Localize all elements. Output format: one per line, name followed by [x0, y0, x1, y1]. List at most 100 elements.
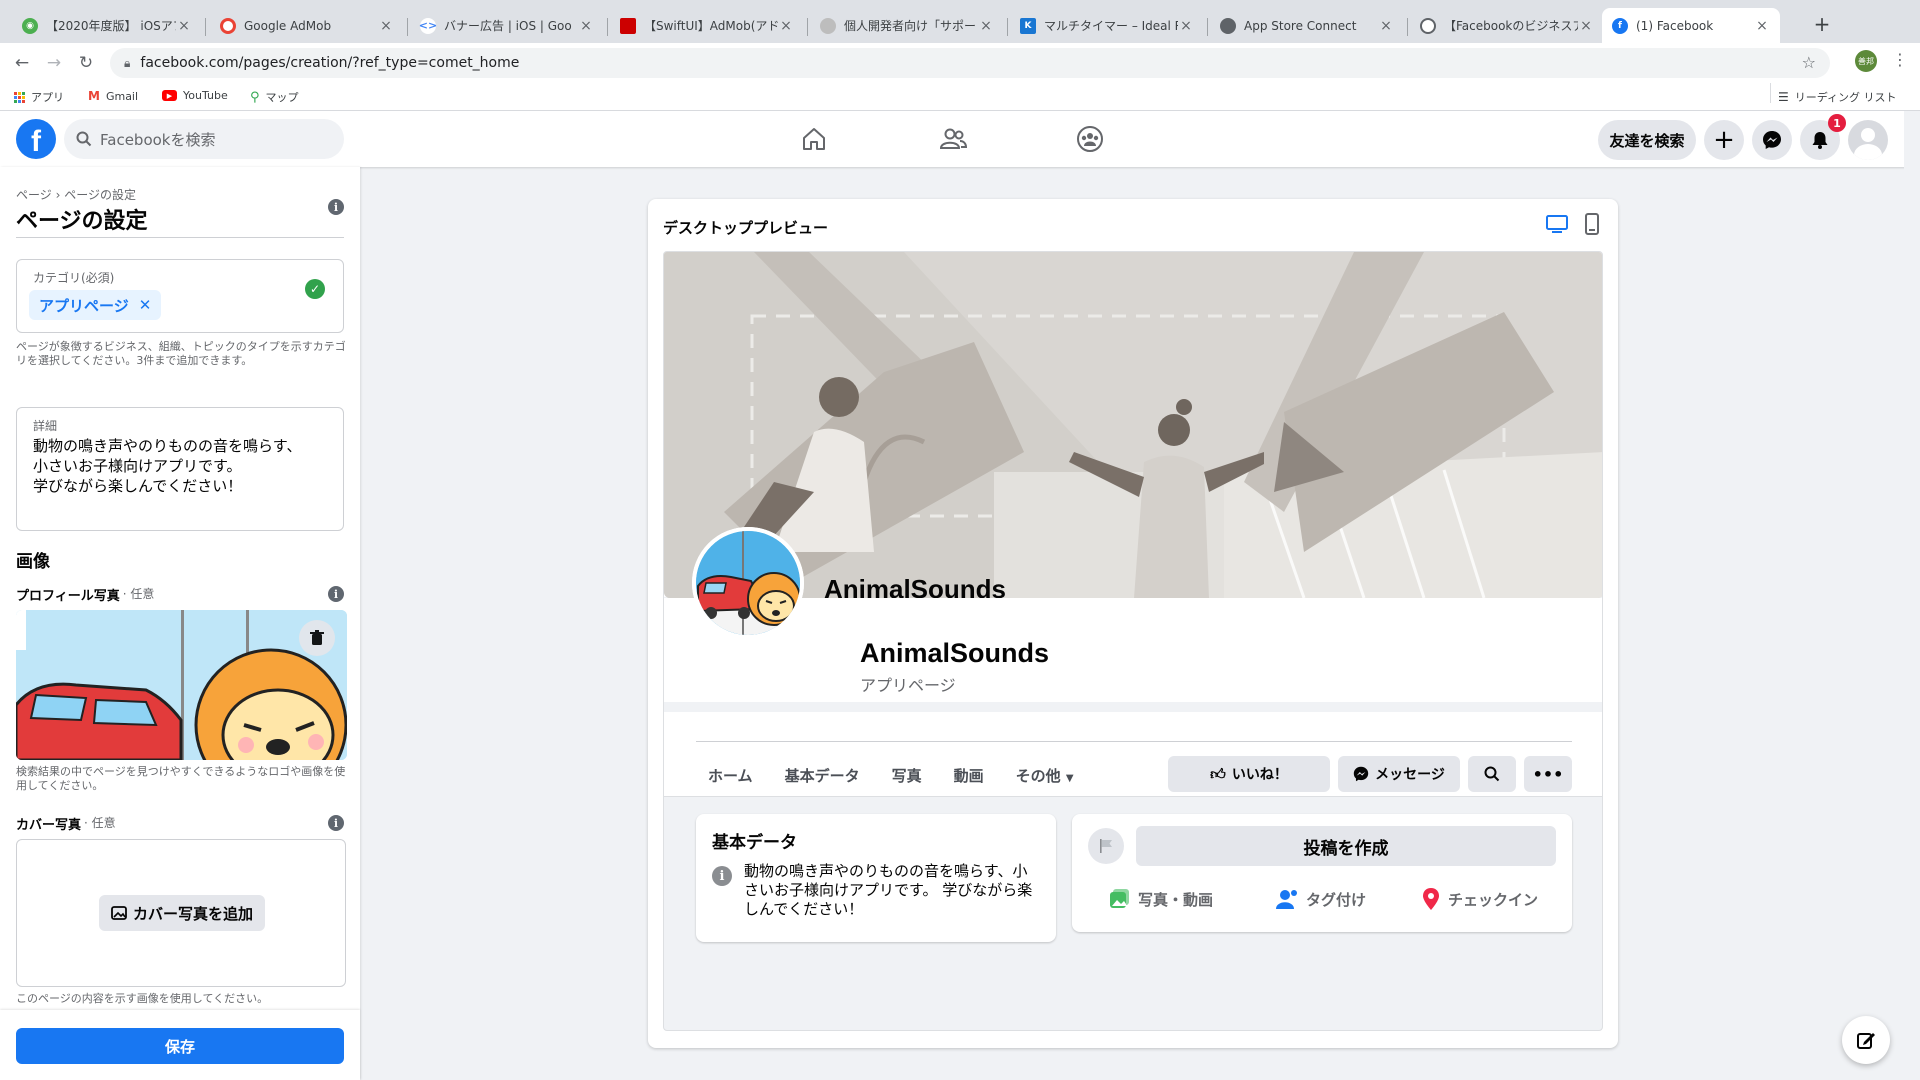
browser-menu-icon[interactable]: ⋮ [1892, 50, 1908, 69]
browser-tab[interactable]: App Store Connect × [1210, 8, 1404, 43]
bookmark-apps[interactable]: アプリ [14, 89, 64, 105]
message-button[interactable]: メッセージ [1338, 756, 1460, 792]
category-help-text: ページが象徴するビジネス、組織、トピックのタイプを示すカテゴリを選択してください… [16, 340, 346, 367]
info-icon[interactable]: i [328, 199, 344, 215]
add-cover-photo-button[interactable]: カバー写真を追加 [99, 895, 265, 931]
tab-favicon-icon: <> [418, 17, 438, 34]
forward-icon[interactable]: → [40, 49, 68, 77]
bookmark-maps[interactable]: ⚲ マップ [250, 89, 299, 105]
info-icon: i [712, 866, 732, 886]
close-tab-icon[interactable]: × [378, 18, 394, 34]
browser-tab-active[interactable]: f (1) Facebook × [1602, 8, 1780, 43]
tab-about[interactable]: 基本データ [785, 765, 860, 786]
find-friends-button[interactable]: 友達を検索 [1598, 120, 1696, 160]
image-icon [111, 906, 127, 920]
page-settings-panel: ページ › ページの設定 ページの設定 i カテゴリ(必須) アプリページ ✕ … [0, 167, 360, 1080]
profile-photo-label-row: プロフィール写真 · 任意 [16, 587, 155, 604]
photo-video-action[interactable]: 写真・動画 [1108, 888, 1213, 910]
caret-down-icon: ▼ [1065, 773, 1074, 784]
search-icon [76, 131, 92, 147]
page-tab-nav: ホーム 基本データ 写真 動画 その他 ▼ [708, 765, 1074, 786]
profile-help-text: 検索結果の中でページを見つけやすくできるようなロゴや画像を使用してください。 [16, 765, 346, 792]
tab-more[interactable]: その他 ▼ [1016, 765, 1074, 786]
cover-photo-dropzone[interactable]: カバー写真を追加 [16, 839, 346, 987]
more-options-button[interactable]: ••• [1524, 756, 1572, 792]
page-profile-picture [692, 527, 804, 639]
page-category: アプリページ [860, 676, 956, 695]
close-tab-icon[interactable]: × [1178, 18, 1194, 34]
tab-favicon-icon: ◉ [22, 17, 38, 34]
new-message-compose-button[interactable] [1842, 1016, 1890, 1064]
check-in-action[interactable]: チェックイン [1422, 888, 1538, 910]
close-tab-icon[interactable]: × [176, 18, 192, 34]
browser-tab[interactable]: K マルチタイマー – Ideal Re × [1010, 8, 1204, 43]
images-heading: 画像 [16, 552, 50, 572]
details-textarea[interactable]: 詳細 動物の鳴き声やのりものの音を鳴らす、 小さいお子様向けアプリです。 学びな… [16, 407, 344, 531]
mobile-view-icon[interactable] [1584, 213, 1602, 235]
browser-tab-strip: ◉ 【2020年度版】 iOSアプリ × Google AdMob × <> バ… [0, 0, 1920, 43]
account-avatar[interactable] [1848, 120, 1888, 160]
back-icon[interactable]: ← [8, 49, 36, 77]
bookmark-youtube[interactable]: ▶ YouTube [162, 89, 228, 102]
bookmark-star-icon[interactable]: ☆ [1802, 53, 1816, 72]
messenger-icon[interactable] [1752, 120, 1792, 160]
browser-tab[interactable]: ◉ 【2020年度版】 iOSアプリ × [12, 8, 202, 43]
create-plus-icon[interactable]: + [1704, 120, 1744, 160]
cover-photo-label-row: カバー写真 · 任意 [16, 816, 116, 833]
browser-tab[interactable]: 【SwiftUI】AdMob(アド × [610, 8, 804, 43]
remove-chip-icon[interactable]: ✕ [139, 296, 152, 314]
tab-videos[interactable]: 動画 [954, 765, 984, 786]
browser-tab[interactable]: Google AdMob × [210, 8, 404, 43]
close-tab-icon[interactable]: × [978, 18, 994, 34]
tab-favicon-icon [620, 17, 636, 34]
close-tab-icon[interactable]: × [778, 18, 794, 34]
facebook-logo-icon[interactable]: f [16, 119, 56, 159]
close-tab-icon[interactable]: × [1378, 18, 1394, 34]
tab-photos[interactable]: 写真 [892, 765, 922, 786]
close-tab-icon[interactable]: × [578, 18, 594, 34]
details-label: 詳細 [33, 419, 58, 433]
delete-photo-icon[interactable] [299, 620, 335, 656]
profile-avatar[interactable]: 善邦 [1855, 50, 1877, 72]
create-post-card: 投稿を作成 写真・動画 タグ付け チェックイン [1072, 814, 1572, 932]
friends-icon[interactable] [939, 125, 968, 157]
compose-icon [1857, 1033, 1875, 1049]
info-icon[interactable]: i [328, 586, 344, 602]
reading-list-icon: ☰ [1778, 90, 1789, 104]
tab-favicon-icon [220, 17, 236, 34]
apps-grid-icon [14, 91, 25, 103]
tab-home[interactable]: ホーム [708, 765, 753, 786]
save-button[interactable]: 保存 [16, 1028, 344, 1064]
category-label: カテゴリ(必須) [33, 271, 115, 285]
create-post-button[interactable]: 投稿を作成 [1136, 826, 1556, 866]
page-scrollbar[interactable] [1904, 111, 1920, 1080]
desktop-view-icon[interactable] [1546, 214, 1570, 234]
reading-list[interactable]: ☰ リーディング リスト [1778, 89, 1897, 105]
maps-pin-icon: ⚲ [250, 89, 260, 105]
category-chip[interactable]: アプリページ ✕ [29, 290, 162, 320]
tag-people-action[interactable]: タグ付け [1276, 888, 1366, 910]
home-icon[interactable] [800, 125, 828, 157]
close-tab-icon[interactable]: × [1578, 18, 1594, 34]
search-icon [1484, 766, 1500, 782]
page-name: AnimalSounds [860, 638, 1050, 668]
address-bar[interactable]: 🔒︎ facebook.com/pages/creation/?ref_type… [110, 48, 1830, 78]
page-search-button[interactable] [1468, 756, 1516, 792]
like-button[interactable]: 👍︎ いいね！ [1168, 756, 1330, 792]
breadcrumb: ページ › ページの設定 [16, 188, 136, 202]
page-flag-icon [1088, 828, 1124, 864]
reload-icon[interactable]: ↻ [72, 49, 100, 77]
facebook-search-input[interactable]: Facebookを検索 [64, 119, 344, 159]
globe-icon [1420, 17, 1436, 34]
page-title: ページの設定 [16, 209, 148, 234]
info-icon[interactable]: i [328, 815, 344, 831]
close-tab-icon[interactable]: × [1754, 18, 1770, 34]
browser-tab[interactable]: 【Facebookのビジネスア × [1410, 8, 1604, 43]
groups-icon[interactable] [1076, 125, 1104, 157]
new-tab-icon[interactable]: + [1810, 12, 1834, 36]
bookmark-gmail[interactable]: M Gmail [88, 89, 138, 103]
browser-tab[interactable]: 個人開発者向け「サポート × [810, 8, 1004, 43]
browser-tab[interactable]: <> バナー広告 | iOS | Goo × [410, 8, 604, 43]
category-field[interactable]: カテゴリ(必須) アプリページ ✕ ✓ [16, 259, 344, 333]
notification-badge: 1 [1828, 114, 1846, 132]
